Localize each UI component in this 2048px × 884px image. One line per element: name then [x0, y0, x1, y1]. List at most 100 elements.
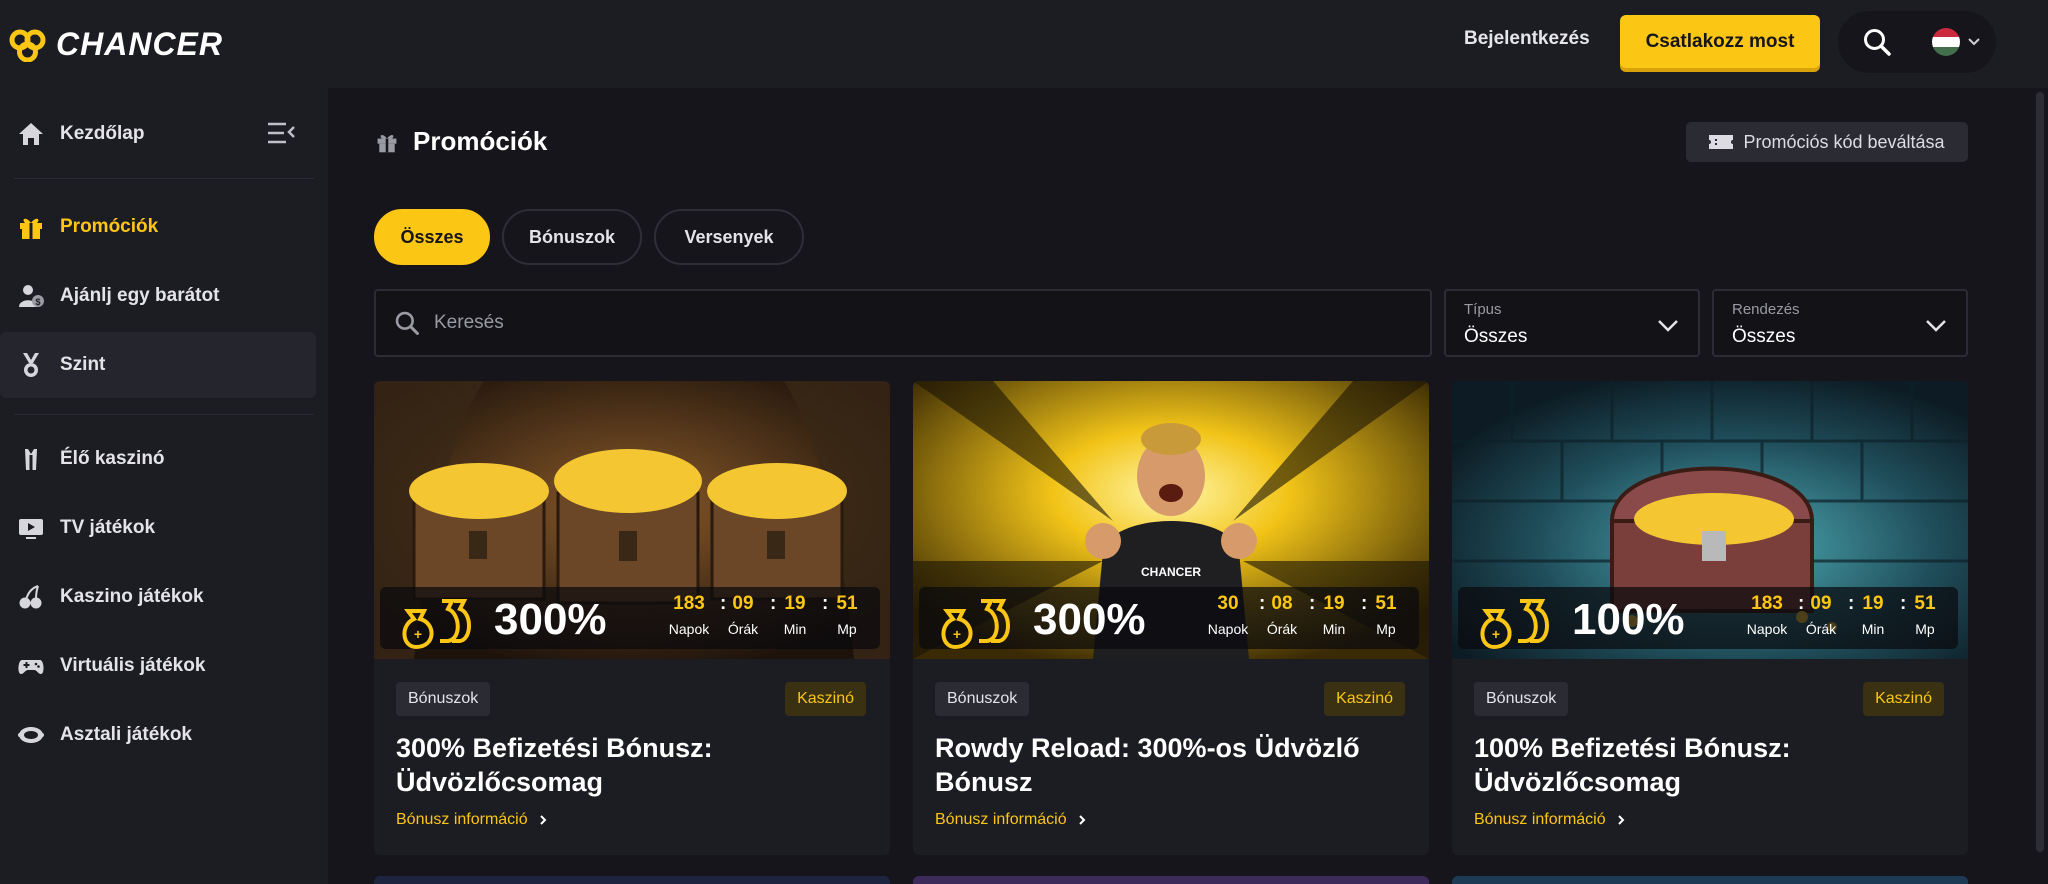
timer-days: 183	[1751, 593, 1783, 614]
timer-minutes-label: Min	[1322, 621, 1346, 637]
sidebar-item-casino-games[interactable]: Kaszino játékok	[0, 564, 316, 630]
svg-text:$: $	[35, 297, 40, 307]
sort-dropdown[interactable]: Rendezés Összes	[1712, 289, 1968, 357]
hungary-flag-icon[interactable]	[1932, 28, 1960, 56]
countdown-timer: 183 : 09 : 19 : 51 Napok Órák Min Mp	[1742, 593, 1960, 647]
sidebar-item-label: Kaszino játékok	[60, 586, 204, 607]
sidebar-item-label: Asztali játékok	[60, 724, 192, 745]
timer-minutes: 19	[784, 593, 806, 614]
level-medal-icon	[16, 350, 46, 380]
timer-minutes-label: Min	[1861, 621, 1885, 637]
chevron-right-icon	[1617, 815, 1625, 825]
timer-days-label: Napok	[1746, 621, 1788, 637]
sidebar-item-live-casino[interactable]: Élő kaszinó	[0, 426, 316, 492]
bonus-info-link[interactable]: Bónusz információ	[935, 811, 1087, 829]
bonus-percent: 300%	[1033, 595, 1146, 644]
type-dropdown[interactable]: Típus Összes	[1444, 289, 1700, 357]
svg-text:+: +	[1492, 626, 1500, 642]
join-now-button[interactable]: Csatlakozz most	[1620, 15, 1820, 68]
timer-hours-label: Órák	[1266, 621, 1298, 637]
bonus-info-link[interactable]: Bónusz információ	[396, 811, 548, 829]
scrollbar-thumb[interactable]	[2036, 92, 2044, 852]
category-tag: Bónuszok	[1474, 682, 1569, 716]
promo-title: 100% Befizetési Bónusz: Üdvözlőcsomag	[1474, 733, 1791, 797]
ticket-icon	[1709, 135, 1734, 149]
promo-title: 300% Befizetési Bónusz: Üdvözlőcsomag	[396, 733, 713, 797]
promo-card[interactable]: CHANCER + 300% 30 : 08 : 19 : 51 Napok Ó…	[913, 381, 1429, 855]
sidebar-divider	[14, 414, 314, 415]
type-dropdown-value: Összes	[1464, 326, 1528, 347]
chevron-right-icon	[1078, 815, 1086, 825]
bonus-info-link[interactable]: Bónusz információ	[1474, 811, 1626, 829]
money-bags-icon: +	[1480, 599, 1549, 650]
timer-hours-label: Órák	[1805, 621, 1837, 637]
timer-minutes: 19	[1862, 593, 1884, 614]
bonus-info-label: Bónusz információ	[1474, 811, 1606, 828]
promo-card[interactable]: + 100% 183 : 09 : 19 : 51 Napok Órák Min…	[1452, 381, 1968, 855]
type-dropdown-label: Típus	[1464, 301, 1502, 318]
timer-minutes: 19	[1323, 593, 1345, 614]
sidebar-item-label: Élő kaszinó	[60, 448, 165, 469]
timer-seconds-label: Mp	[837, 621, 857, 637]
svg-text:CHANCER: CHANCER	[1141, 565, 1201, 579]
table-games-icon	[16, 720, 46, 750]
sidebar-item-tv-games[interactable]: TV játékok	[0, 495, 316, 561]
timer-days-label: Napok	[1207, 621, 1249, 637]
timer-days-label: Napok	[668, 621, 710, 637]
logo-text: CHANCER	[56, 26, 223, 62]
bonus-percent: 300%	[494, 595, 607, 644]
login-link[interactable]: Bejelentkezés	[1464, 28, 1590, 50]
sidebar-item-table-games[interactable]: Asztali játékok	[0, 702, 316, 768]
home-icon	[16, 119, 46, 149]
category-tag: Bónuszok	[935, 682, 1030, 716]
live-casino-icon	[16, 444, 46, 474]
gift-icon	[16, 212, 46, 242]
clover-logo-icon	[9, 29, 46, 62]
search-icon[interactable]	[1862, 27, 1892, 57]
svg-text:+: +	[953, 626, 961, 642]
sidebar-item-level[interactable]: Szint	[0, 332, 316, 398]
timer-seconds: 51	[1375, 593, 1397, 614]
bonus-info-label: Bónusz információ	[396, 811, 528, 828]
sidebar-item-promotions[interactable]: Promóciók	[0, 194, 316, 260]
sidebar-item-virtual-games[interactable]: Virtuális játékok	[0, 633, 316, 699]
timer-hours: 08	[1271, 593, 1293, 614]
promo-card-peek	[1452, 876, 1968, 884]
search-input[interactable]	[434, 312, 1334, 334]
product-tag: Kaszinó	[1863, 682, 1944, 716]
page-title: Promóciók	[375, 126, 547, 157]
promo-card[interactable]: + 300% 183 : 09 : 19 : 51 Napok Órák Min…	[374, 381, 890, 855]
promo-card-peek	[374, 876, 890, 884]
money-bags-icon: +	[402, 599, 471, 650]
promo-title: Rowdy Reload: 300%-os Üdvözlő Bónusz	[935, 733, 1360, 797]
countdown-timer: 183 : 09 : 19 : 51 Napok Órák Min Mp	[664, 593, 882, 647]
bonus-percent: 100%	[1572, 595, 1685, 644]
timer-hours: 09	[1810, 593, 1832, 614]
svg-text:+: +	[414, 626, 422, 642]
gamepad-icon	[16, 651, 46, 681]
category-tag: Bónuszok	[396, 682, 491, 716]
sidebar-divider	[14, 178, 314, 179]
product-tag: Kaszinó	[1324, 682, 1405, 716]
top-header: CHANCER Bejelentkezés Csatlakozz most	[0, 0, 2048, 88]
language-chevron-down-icon[interactable]	[1966, 34, 1982, 50]
timer-hours: 09	[732, 593, 754, 614]
filter-chip-bonuses[interactable]: Bónuszok	[502, 209, 642, 265]
timer-hours-label: Órák	[727, 621, 759, 637]
filter-chip-tournaments[interactable]: Versenyek	[654, 209, 804, 265]
filter-chip-all[interactable]: Összes	[374, 209, 490, 265]
timer-seconds: 51	[1914, 593, 1936, 614]
promo-card-peek	[913, 876, 1429, 884]
sidebar-item-label: TV játékok	[60, 517, 156, 538]
tv-icon	[16, 513, 46, 543]
product-tag: Kaszinó	[785, 682, 866, 716]
sidebar-item-home[interactable]: Kezdőlap	[0, 101, 316, 167]
chancer-logo[interactable]: CHANCER	[8, 26, 223, 63]
sidebar-item-refer-friend[interactable]: $ Ajánlj egy barátot	[0, 263, 316, 329]
timer-days: 183	[673, 593, 705, 614]
redeem-promo-code-button[interactable]: Promóciós kód beváltása	[1686, 122, 1968, 162]
redeem-promo-code-label: Promóciós kód beváltása	[1743, 131, 1945, 152]
gift-icon	[377, 134, 397, 152]
search-field[interactable]	[374, 289, 1432, 357]
countdown-timer: 30 : 08 : 19 : 51 Napok Órák Min Mp	[1203, 593, 1421, 647]
